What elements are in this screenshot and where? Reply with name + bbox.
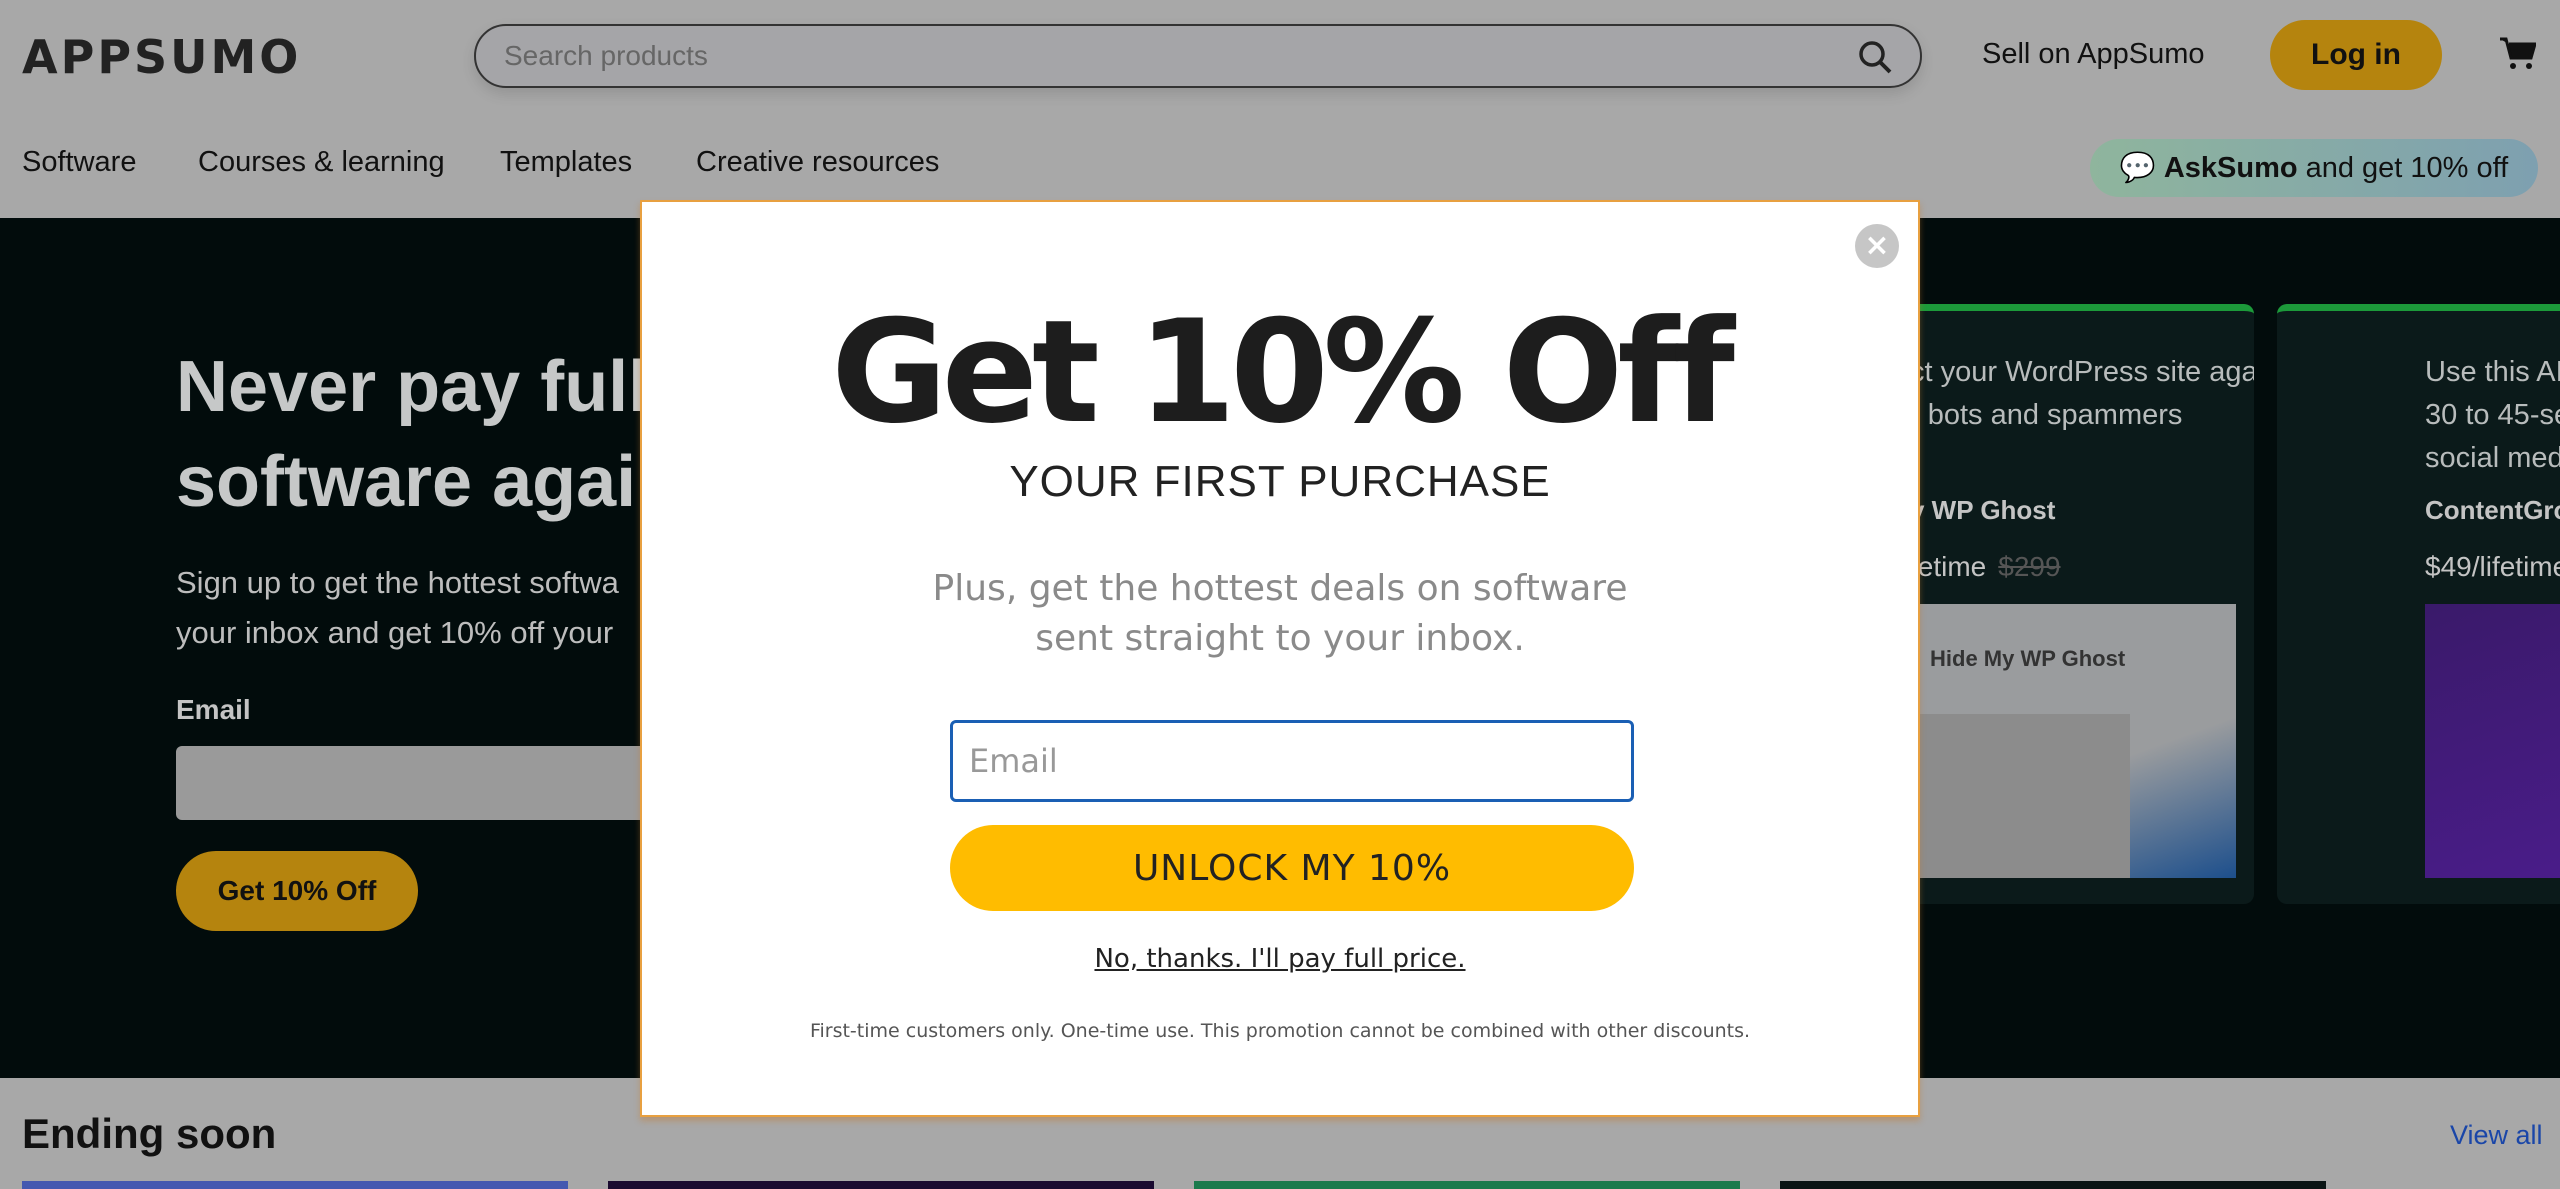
hero-subtitle: Sign up to get the hottest softwa your i… bbox=[176, 565, 619, 650]
nav-software[interactable]: Software bbox=[22, 146, 136, 179]
discount-popup: × Get 10% Off YOUR FIRST PURCHASE Plus, … bbox=[640, 200, 1920, 1117]
search-icon[interactable] bbox=[1858, 40, 1892, 74]
screenshot-thumbnail bbox=[1900, 714, 2130, 878]
product-card[interactable] bbox=[1780, 1181, 2326, 1189]
login-button[interactable]: Log in bbox=[2270, 20, 2442, 90]
search-bar[interactable] bbox=[474, 24, 1922, 88]
cart-icon[interactable] bbox=[2500, 36, 2536, 70]
card-price: fetime $299 bbox=[1910, 551, 2061, 583]
card-image-text: Hide My WP Ghost bbox=[1930, 646, 2126, 671]
popup-subtitle: YOUR FIRST PURCHASE bbox=[1009, 457, 1551, 506]
view-all-link[interactable]: View all bbox=[2450, 1120, 2543, 1151]
ending-soon-heading: Ending soon bbox=[22, 1110, 277, 1157]
nav-courses[interactable]: Courses & learning bbox=[198, 146, 445, 179]
card-name: ContentGroo bbox=[2425, 495, 2560, 525]
popup-description: Plus, get the hottest deals on software … bbox=[932, 568, 1628, 659]
nav-creative-resources[interactable]: Creative resources bbox=[696, 146, 939, 179]
hero-title: Never pay full software agai bbox=[176, 347, 649, 522]
hero-email-label: Email bbox=[176, 694, 251, 725]
close-icon[interactable]: × bbox=[1855, 224, 1899, 268]
popup-title: Get 10% Off bbox=[831, 290, 1735, 455]
asksumo-text: and get 10% off bbox=[2305, 151, 2509, 184]
card-name: y WP Ghost bbox=[1910, 495, 2056, 525]
old-price: $299 bbox=[1998, 551, 2061, 582]
asksumo-label: AskSumo bbox=[2163, 151, 2298, 184]
card-description: ct your WordPress site against r bots an… bbox=[1910, 356, 2254, 431]
nav-templates[interactable]: Templates bbox=[500, 146, 632, 179]
card-price: $49/lifetime bbox=[2425, 551, 2560, 582]
asksumo-button[interactable]: 💬 AskSumo and get 10% off bbox=[2090, 139, 2538, 197]
hero-get-discount-button[interactable]: Get 10% Off bbox=[176, 851, 418, 931]
card-image: Hide My WP Ghost bbox=[1880, 604, 2236, 878]
chat-icon: 💬 bbox=[2119, 152, 2156, 184]
card-description: Use this AI 30 to 45-se social med bbox=[2425, 356, 2560, 474]
decline-link[interactable]: No, thanks. I'll pay full price. bbox=[642, 944, 1918, 974]
product-card[interactable] bbox=[1194, 1181, 1740, 1189]
deal-card[interactable]: Use this AI 30 to 45-se social med Conte… bbox=[2277, 304, 2560, 904]
appsumo-logo[interactable]: APPSUMO bbox=[22, 30, 301, 84]
search-input[interactable] bbox=[504, 26, 1804, 86]
unlock-discount-button[interactable]: UNLOCK MY 10% bbox=[950, 825, 1634, 911]
product-card[interactable] bbox=[22, 1181, 568, 1189]
fine-print: First-time customers only. One-time use.… bbox=[809, 1020, 1751, 1042]
price: fetime bbox=[1910, 551, 1987, 582]
popup-email-input[interactable] bbox=[950, 720, 1634, 802]
sell-on-appsumo-link[interactable]: Sell on AppSumo bbox=[1982, 38, 2204, 71]
product-card[interactable] bbox=[608, 1181, 1154, 1189]
hero-email-input[interactable] bbox=[176, 746, 656, 820]
card-image bbox=[2425, 604, 2560, 878]
